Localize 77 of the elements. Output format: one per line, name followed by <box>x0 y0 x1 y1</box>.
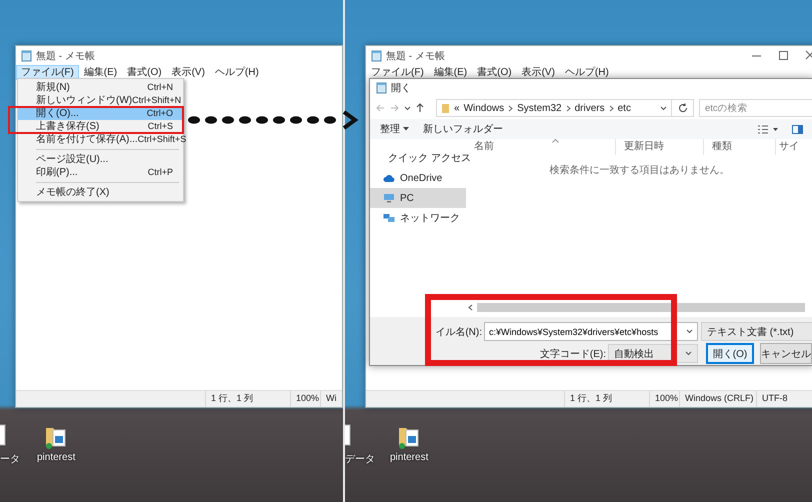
folder-icon <box>441 102 450 114</box>
status-text: Wi <box>320 391 342 407</box>
menu-item[interactable]: 印刷(P)... Ctrl+P <box>18 166 183 179</box>
menu-item[interactable]: 編集(E) <box>428 64 472 80</box>
menu-item[interactable]: 表示(V) <box>166 64 210 80</box>
menu-item[interactable]: 開く(O)... Ctrl+O <box>18 107 183 120</box>
path-segment[interactable]: etc <box>618 102 631 114</box>
path-overflow[interactable]: « <box>454 102 460 114</box>
dropdown-caret-icon <box>685 350 692 357</box>
window-title: 無題 - メモ帳 <box>36 50 95 62</box>
menu-item[interactable]: ヘルプ(H) <box>560 64 614 80</box>
menu-item[interactable]: 書式(O) <box>472 64 517 80</box>
notepad-icon <box>371 50 382 62</box>
history-caret-icon <box>404 104 411 112</box>
status-text: 1 行、1 列 <box>205 391 290 407</box>
status-text: 100% <box>290 391 320 407</box>
notepad-icon <box>21 50 32 62</box>
monitor-icon <box>383 193 395 203</box>
up-arrow-icon[interactable] <box>416 103 424 113</box>
scroll-left-icon[interactable] <box>468 304 473 310</box>
column-header[interactable]: 更新日時 <box>616 139 704 155</box>
status-text: 100% <box>649 391 679 407</box>
chevron-icon <box>508 104 514 112</box>
network-icon <box>383 213 395 223</box>
menu-item[interactable]: ヘルプ(H) <box>210 64 264 80</box>
path-segment[interactable]: Windows <box>464 102 504 114</box>
path-segment[interactable]: drivers <box>574 102 605 114</box>
dialog-title: 開く <box>391 82 411 95</box>
menu-item[interactable]: ページ設定(U)... <box>18 153 183 166</box>
encoding-label: 文字コード(E): <box>538 348 607 360</box>
empty-message: 検索条件に一致する項目はありません。 <box>548 164 730 177</box>
desktop-icon-label[interactable]: pinterest <box>37 452 76 463</box>
chevron-icon <box>608 104 614 112</box>
window-title: 無題 - メモ帳 <box>386 50 445 62</box>
caret-icon <box>403 127 409 131</box>
new-folder-button[interactable]: 新しいフォルダー <box>423 122 503 136</box>
menu-item[interactable]: ファイル(F) <box>16 64 79 80</box>
file-name-field[interactable]: c:¥Windows¥System32¥drivers¥etc¥hosts <box>484 322 698 341</box>
menu-item[interactable]: メモ帳の終了(X) <box>18 186 183 199</box>
cloud-icon <box>383 174 395 182</box>
search-field[interactable]: etcの検索 <box>699 99 812 117</box>
file-type-dropdown[interactable]: テキスト文書 (*.txt) <box>701 322 812 341</box>
status-text: 1 行、1 列 <box>564 391 649 407</box>
menu-item[interactable]: 書式(O) <box>122 64 167 80</box>
view-list-icon[interactable] <box>758 124 778 134</box>
menu-item[interactable]: 表示(V) <box>516 64 560 80</box>
menu-item[interactable]: 編集(E) <box>78 64 122 80</box>
menu-item[interactable]: ファイル(F) <box>366 64 429 80</box>
status-text: UTF-8 <box>756 391 812 407</box>
status-text: Windows (CRLF) <box>679 391 756 407</box>
menu-item[interactable]: 新しいウィンドウ(W)Ctrl+Shift+N <box>18 94 183 107</box>
dropdown-caret-icon <box>686 328 693 335</box>
dropdown-caret-icon <box>660 104 667 112</box>
desktop-icon-label[interactable]: データ <box>345 452 375 466</box>
desktop-icon-label[interactable]: ータ <box>0 452 20 466</box>
refresh-icon <box>678 103 688 113</box>
chevron-icon <box>566 104 571 112</box>
nav-item[interactable]: ネットワーク <box>370 208 466 228</box>
organize-button[interactable]: 整理 <box>380 122 409 136</box>
cancel-button[interactable]: キャンセル <box>760 343 812 364</box>
file-name-label: イル名(N): <box>434 326 483 338</box>
path-segment[interactable]: System32 <box>517 102 562 114</box>
scrollbar-thumb[interactable] <box>477 302 805 312</box>
column-header[interactable]: サイ <box>776 139 812 155</box>
refresh-button[interactable] <box>672 99 694 117</box>
column-header[interactable]: 種類 <box>704 139 776 155</box>
preview-pane-icon[interactable] <box>792 124 803 134</box>
open-button[interactable]: 開く(O) <box>706 343 754 364</box>
nav-item[interactable]: PC <box>370 188 466 208</box>
column-header[interactable]: 名前 <box>466 139 616 155</box>
address-bar[interactable]: « Windows System32 drivers etc <box>436 99 672 117</box>
menu-item[interactable]: 新規(N) Ctrl+N <box>18 81 183 94</box>
nav-item[interactable]: OneDrive <box>370 168 466 188</box>
sort-caret-icon <box>552 139 559 143</box>
notepad-icon <box>376 82 387 94</box>
menu-item[interactable]: 上書き保存(S) Ctrl+S <box>18 120 183 133</box>
desktop-icon-label[interactable]: pinterest <box>390 452 428 463</box>
